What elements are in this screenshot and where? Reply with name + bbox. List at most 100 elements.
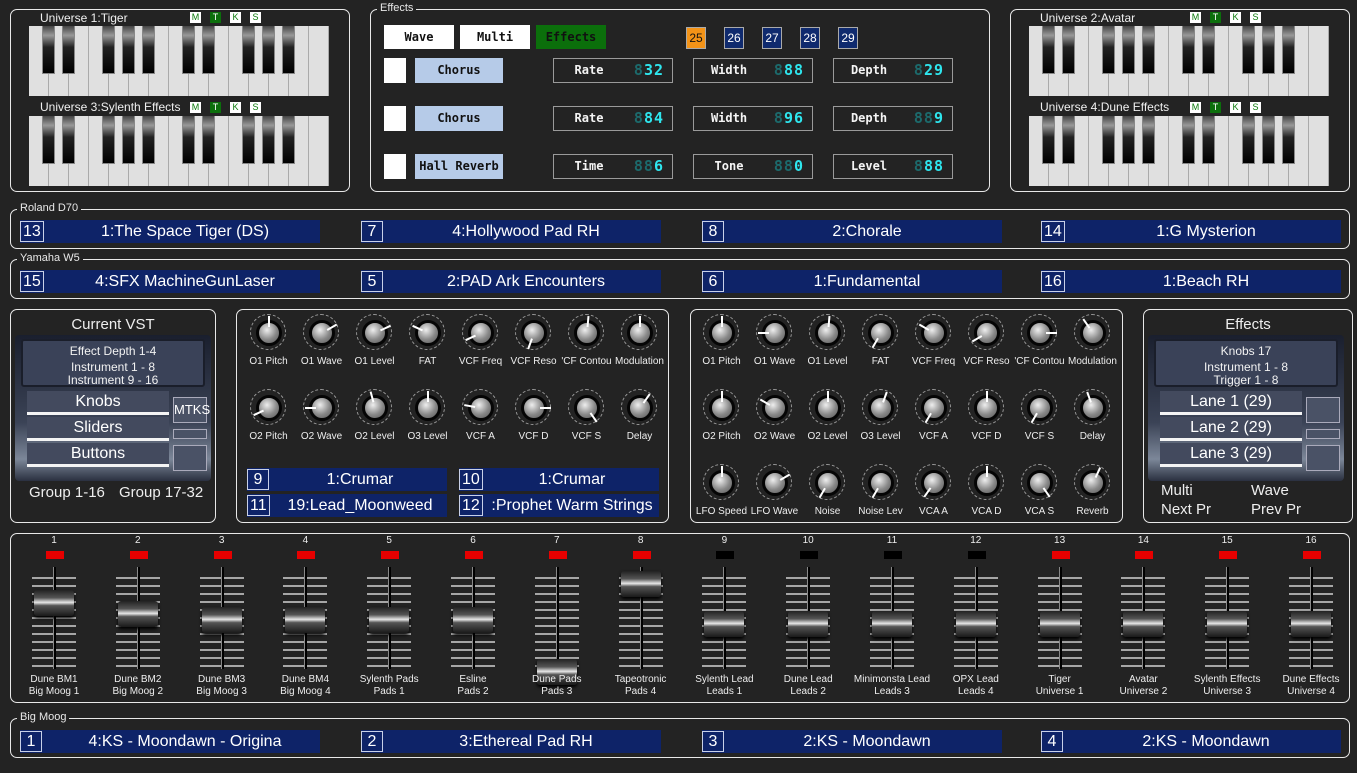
black-key[interactable] <box>122 116 135 164</box>
fader-handle[interactable] <box>34 589 74 616</box>
effect-param-width[interactable]: Width 888 <box>693 58 813 83</box>
group-1-16-button[interactable]: Group 1-16 <box>29 484 105 501</box>
channel-led[interactable] <box>46 551 64 559</box>
effect-enable-checkbox[interactable] <box>384 58 406 83</box>
roland-preset-slot[interactable]: 14 1:G Mysterion <box>1041 220 1341 243</box>
toggle-m[interactable]: M <box>1190 12 1201 23</box>
knob-vcf-s[interactable]: VCF S <box>559 389 614 459</box>
knob-vcf-d[interactable]: VCF D <box>506 389 561 459</box>
channel-led[interactable] <box>297 551 316 559</box>
tab-multi[interactable]: Multi <box>460 25 530 49</box>
toggle-m[interactable]: M <box>190 102 201 113</box>
toggle-k[interactable]: K <box>1230 12 1241 23</box>
tab-wave[interactable]: Wave <box>384 25 454 49</box>
toggle-k[interactable]: K <box>1230 102 1241 113</box>
black-key[interactable] <box>1182 116 1195 164</box>
knob-vcf-freq[interactable]: VCF Freq <box>453 314 508 384</box>
black-key[interactable] <box>42 116 55 164</box>
page-26[interactable]: 26 <box>724 27 744 49</box>
roland-preset-slot[interactable]: 7 4:Hollywood Pad RH <box>361 220 661 243</box>
effect-param-tone[interactable]: Tone 880 <box>693 154 813 179</box>
toggle-k[interactable]: K <box>230 102 241 113</box>
knob-lfo-wave[interactable]: LFO Wave <box>747 464 802 534</box>
page-29[interactable]: 29 <box>838 27 858 49</box>
knob-delay[interactable]: Delay <box>612 389 667 459</box>
wave-button[interactable]: Wave <box>1251 482 1289 499</box>
multi-button[interactable]: Multi <box>1161 482 1193 499</box>
knob-vca-a[interactable]: VCA A <box>906 464 961 534</box>
fader-handle[interactable] <box>704 611 745 637</box>
black-key[interactable] <box>1262 26 1275 74</box>
toggle-k[interactable]: K <box>230 12 241 23</box>
fader-handle[interactable] <box>1039 611 1080 637</box>
fader-handle[interactable] <box>369 607 410 634</box>
white-key[interactable] <box>1309 116 1329 186</box>
effect-param-rate[interactable]: Rate 832 <box>553 58 673 83</box>
knob-vcf-freq[interactable]: VCF Freq <box>906 314 961 384</box>
black-key[interactable] <box>1102 26 1115 74</box>
effect-type-button[interactable]: Chorus <box>415 106 503 131</box>
knob-vcf-a[interactable]: VCF A <box>453 389 508 459</box>
toggle-m[interactable]: M <box>1190 102 1201 113</box>
black-key[interactable] <box>1282 26 1295 74</box>
effect-param-width[interactable]: Width 896 <box>693 106 813 131</box>
fader-handle[interactable] <box>1291 611 1331 637</box>
knob-o1-wave[interactable]: O1 Wave <box>294 314 349 384</box>
white-key[interactable] <box>309 116 329 186</box>
yamaha-preset-slot[interactable]: 5 2:PAD Ark Encounters <box>361 270 661 293</box>
black-key[interactable] <box>282 26 295 74</box>
effect-type-button[interactable]: Chorus <box>415 58 503 83</box>
toggle-t[interactable]: T <box>210 12 221 23</box>
toggle-s[interactable]: S <box>1250 12 1261 23</box>
knob-modulation[interactable]: Modulation <box>1065 314 1120 384</box>
knob-fat[interactable]: FAT <box>853 314 908 384</box>
fader-handle[interactable] <box>117 601 158 628</box>
black-key[interactable] <box>242 26 255 74</box>
black-key[interactable] <box>1262 116 1275 164</box>
knob-o3-level[interactable]: O3 Level <box>400 389 455 459</box>
knob-o2-level[interactable]: O2 Level <box>800 389 855 459</box>
channel-led[interactable] <box>1135 551 1154 559</box>
fader-handle[interactable] <box>285 607 326 634</box>
black-key[interactable] <box>182 26 195 74</box>
yamaha-preset-slot[interactable]: 6 1:Fundamental <box>702 270 1002 293</box>
black-key[interactable] <box>202 116 215 164</box>
black-key[interactable] <box>122 26 135 74</box>
sliders-button[interactable]: Sliders <box>27 417 169 441</box>
channel-led[interactable] <box>548 551 567 559</box>
black-key[interactable] <box>282 116 295 164</box>
black-key[interactable] <box>1182 26 1195 74</box>
channel-led[interactable] <box>967 551 986 559</box>
yamaha-preset-slot[interactable]: 15 4:SFX MachineGunLaser <box>20 270 320 293</box>
channel-led[interactable] <box>381 551 400 559</box>
black-key[interactable] <box>1042 26 1055 74</box>
black-key[interactable] <box>1242 26 1255 74</box>
effect-param-level[interactable]: Level 888 <box>833 154 953 179</box>
knob-o1-pitch[interactable]: O1 Pitch <box>241 314 296 384</box>
channel-led[interactable] <box>1303 551 1321 559</box>
knob-vcf-reso[interactable]: VCF Reso <box>959 314 1014 384</box>
channel-led[interactable] <box>884 551 902 559</box>
knob-o2-wave[interactable]: O2 Wave <box>294 389 349 459</box>
knob-reverb[interactable]: Reverb <box>1065 464 1120 534</box>
knob-vcf-a[interactable]: VCF A <box>906 389 961 459</box>
tab-effects[interactable]: Effects <box>536 25 606 49</box>
toggle-t[interactable]: T <box>1210 102 1221 113</box>
knob-o1-pitch[interactable]: O1 Pitch <box>694 314 749 384</box>
black-key[interactable] <box>1202 116 1215 164</box>
page-25[interactable]: 25 <box>686 27 706 49</box>
effect-param-depth[interactable]: Depth 829 <box>833 58 953 83</box>
black-key[interactable] <box>62 26 75 74</box>
channel-led[interactable] <box>1051 551 1070 559</box>
toggle-s[interactable]: S <box>250 12 261 23</box>
fader-handle[interactable] <box>620 570 661 597</box>
knob-lfo-speed[interactable]: LFO Speed <box>694 464 749 534</box>
effect-param-rate[interactable]: Rate 884 <box>553 106 673 131</box>
toggle-t[interactable]: T <box>1210 12 1221 23</box>
knob-vcf-s[interactable]: VCF S <box>1012 389 1067 459</box>
lane-3-button[interactable]: Lane 3 (29) <box>1160 443 1302 467</box>
knob-vcf-reso[interactable]: VCF Reso <box>506 314 561 384</box>
effect-enable-checkbox[interactable] <box>384 106 406 131</box>
black-key[interactable] <box>1242 116 1255 164</box>
black-key[interactable] <box>262 26 275 74</box>
